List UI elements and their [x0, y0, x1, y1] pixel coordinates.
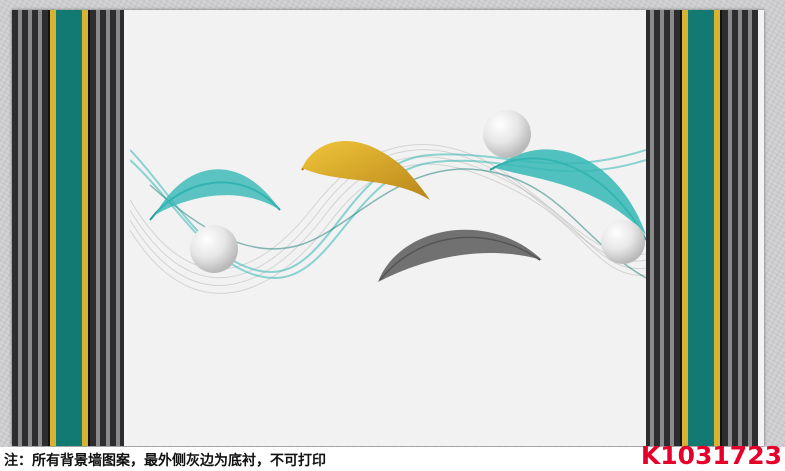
- product-code: K1031723: [640, 441, 782, 470]
- mural-canvas: [12, 10, 764, 446]
- feather-artwork: [130, 10, 646, 446]
- pearl-icon: [601, 220, 645, 264]
- pearl-icon: [190, 225, 238, 273]
- print-note: 注：所有背景墙图案，最外侧灰边为底衬，不可打印: [4, 453, 326, 469]
- pearl-icon: [483, 110, 531, 158]
- feather-teal-icon: [149, 169, 281, 221]
- right-stripe-panel: [646, 10, 764, 446]
- feather-gray-icon: [378, 229, 542, 282]
- feather-artwork-svg: [130, 110, 646, 294]
- left-stripe-panel: [12, 10, 130, 446]
- feather-gold-icon: [301, 141, 430, 200]
